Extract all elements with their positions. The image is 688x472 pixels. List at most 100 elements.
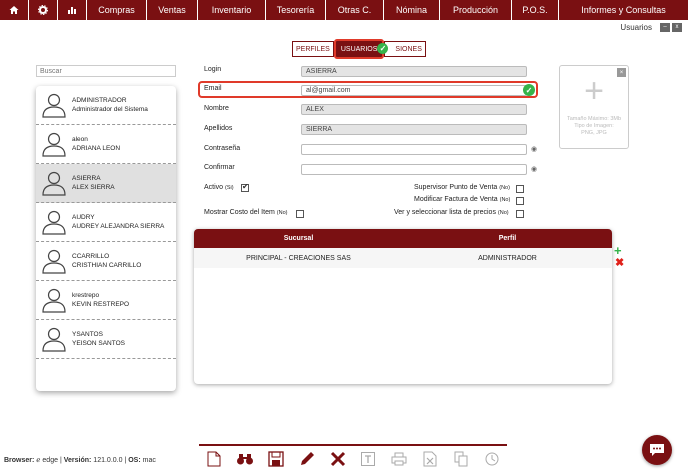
close-icon[interactable]: × <box>617 68 626 77</box>
browser-info: Browser: ℯ edge | Versión: 121.0.0.0 | O… <box>4 457 156 464</box>
menu-otras[interactable]: Otras C. <box>326 0 384 20</box>
header-perfil: Perfil <box>498 235 517 242</box>
user-name: ADRIANA LEON <box>72 145 121 152</box>
close-button[interactable]: x <box>672 22 682 32</box>
menu-compras[interactable]: Compras <box>87 0 147 20</box>
avatar-icon <box>42 132 66 157</box>
list-item[interactable]: aleon ADRIANA LEON <box>36 125 176 164</box>
precios-label: Ver y seleccionar lista de precios (No) <box>394 209 509 216</box>
user-name: AUDREY ALEJANDRA SIERRA <box>72 223 165 230</box>
save-icon[interactable] <box>266 449 286 469</box>
costo-checkbox[interactable] <box>296 210 304 218</box>
header-sucursal: Sucursal <box>283 235 314 242</box>
supervisor-label: Supervisor Punto de Venta (No) <box>414 184 510 191</box>
login-field[interactable]: ASIERRA <box>301 66 527 77</box>
user-name: Administrador del Sistema <box>72 106 148 113</box>
costo-label: Mostrar Costo del Item (No) <box>204 209 288 216</box>
email-field[interactable]: al@gmail.com <box>301 85 527 96</box>
new-document-icon[interactable] <box>204 449 224 469</box>
cell-perfil: ADMINISTRADOR <box>478 254 537 262</box>
window-titlebar: Usuarios – x <box>0 20 688 34</box>
password-label: Contraseña <box>204 145 241 152</box>
tab-perfiles[interactable]: PERFILES <box>292 41 334 57</box>
menu-produccion[interactable]: Producción <box>440 0 512 20</box>
user-text: krestrepo KEVIN RESTREPO <box>72 291 129 309</box>
tab-sesiones[interactable]: SIONES <box>384 41 426 57</box>
window-title: Usuarios <box>620 22 652 32</box>
table-row[interactable]: PRINCIPAL - CREACIONES SAS ADMINISTRADOR <box>194 248 612 268</box>
user-login: ADMINISTRADOR <box>72 97 127 104</box>
avatar-icon <box>42 249 66 274</box>
nombre-label: Nombre <box>204 105 229 112</box>
text-icon[interactable] <box>358 449 378 469</box>
menu-inventario[interactable]: Inventario <box>198 0 266 20</box>
factura-checkbox[interactable] <box>516 197 524 205</box>
search-input[interactable] <box>36 65 176 77</box>
list-item[interactable]: CCARRILLO CRISTHIAN CARRILLO <box>36 242 176 281</box>
user-name: CRISTHIAN CARRILLO <box>72 262 142 269</box>
precios-checkbox[interactable] <box>516 210 524 218</box>
password-field[interactable] <box>301 144 527 155</box>
copy-icon[interactable] <box>451 449 471 469</box>
eye-icon[interactable]: ◉ <box>531 165 537 173</box>
gear-icon[interactable] <box>29 0 58 20</box>
factura-label: Modificar Factura de Venta (No) <box>414 196 511 203</box>
photo-upload[interactable]: × + Tamaño Máximo: 3Mb Tipo de Imagen: P… <box>559 65 629 149</box>
sucursal-grid: Sucursal Perfil PRINCIPAL - CREACIONES S… <box>194 229 612 384</box>
supervisor-checkbox[interactable] <box>516 185 524 193</box>
history-icon[interactable] <box>482 449 502 469</box>
home-icon[interactable] <box>0 0 29 20</box>
email-label: Email <box>204 85 222 92</box>
apellidos-field[interactable]: SIERRA <box>301 124 527 135</box>
add-icon[interactable]: + <box>614 244 622 257</box>
user-text: ADMINISTRADOR Administrador del Sistema <box>72 96 148 114</box>
plus-icon: + <box>584 72 604 110</box>
top-navbar: Compras Ventas Inventario Tesorería Otra… <box>0 0 688 20</box>
delete-icon[interactable]: ✖ <box>615 258 624 269</box>
user-list: ADMINISTRADOR Administrador del Sistema al… <box>36 86 176 391</box>
cell-sucursal: PRINCIPAL - CREACIONES SAS <box>246 254 351 262</box>
user-text: CCARRILLO CRISTHIAN CARRILLO <box>72 252 141 270</box>
confirm-field[interactable] <box>301 164 527 175</box>
avatar-icon <box>42 210 66 235</box>
list-item[interactable]: AUDRY AUDREY ALEJANDRA SIERRA <box>36 203 176 242</box>
edge-icon: ℯ <box>36 457 41 464</box>
nombre-field[interactable]: ALEX <box>301 104 527 115</box>
tab-usuarios-label: USUARIOS <box>340 45 378 53</box>
menu-pos[interactable]: P.O.S. <box>512 0 559 20</box>
minimize-button[interactable]: – <box>660 22 670 32</box>
print-icon[interactable] <box>389 449 409 469</box>
chart-icon[interactable] <box>58 0 87 20</box>
menu-nomina[interactable]: Nómina <box>384 0 440 20</box>
tab-usuarios[interactable]: USUARIOS ✓ <box>333 39 389 59</box>
user-text: YSANTOS YEISON SANTOS <box>72 330 125 348</box>
bottom-toolbar <box>199 444 507 472</box>
activo-label: Activo (Si) <box>204 184 234 191</box>
excel-icon[interactable] <box>420 449 440 469</box>
eye-icon[interactable]: ◉ <box>531 145 537 153</box>
binoculars-icon[interactable] <box>235 449 255 469</box>
delete-icon[interactable] <box>328 449 348 469</box>
list-item[interactable]: ASIERRA ALEX SIERRA <box>36 164 176 203</box>
avatar-icon <box>42 93 66 118</box>
menu-tesoreria[interactable]: Tesorería <box>266 0 326 20</box>
menu-ventas[interactable]: Ventas <box>147 0 198 20</box>
user-text: aleon ADRIANA LEON <box>72 135 120 153</box>
menu-informes[interactable]: Informes y Consultas <box>559 0 688 20</box>
confirm-label: Confirmar <box>204 164 235 171</box>
list-item[interactable]: YSANTOS YEISON SANTOS <box>36 320 176 359</box>
user-text: ASIERRA ALEX SIERRA <box>72 174 115 192</box>
activo-checkbox[interactable] <box>241 182 249 192</box>
list-item[interactable]: krestrepo KEVIN RESTREPO <box>36 281 176 320</box>
edit-icon[interactable] <box>297 449 317 469</box>
user-name: KEVIN RESTREPO <box>72 301 130 308</box>
user-login: ASIERRA <box>72 175 101 182</box>
avatar-icon <box>42 288 66 313</box>
chat-button[interactable] <box>642 435 672 465</box>
user-login: aleon <box>72 136 88 143</box>
grid-header: Sucursal Perfil <box>194 229 612 248</box>
apellidos-label: Apellidos <box>204 125 233 132</box>
list-item[interactable]: ADMINISTRADOR Administrador del Sistema <box>36 86 176 125</box>
login-label: Login <box>204 66 222 73</box>
user-login: CCARRILLO <box>72 253 110 260</box>
